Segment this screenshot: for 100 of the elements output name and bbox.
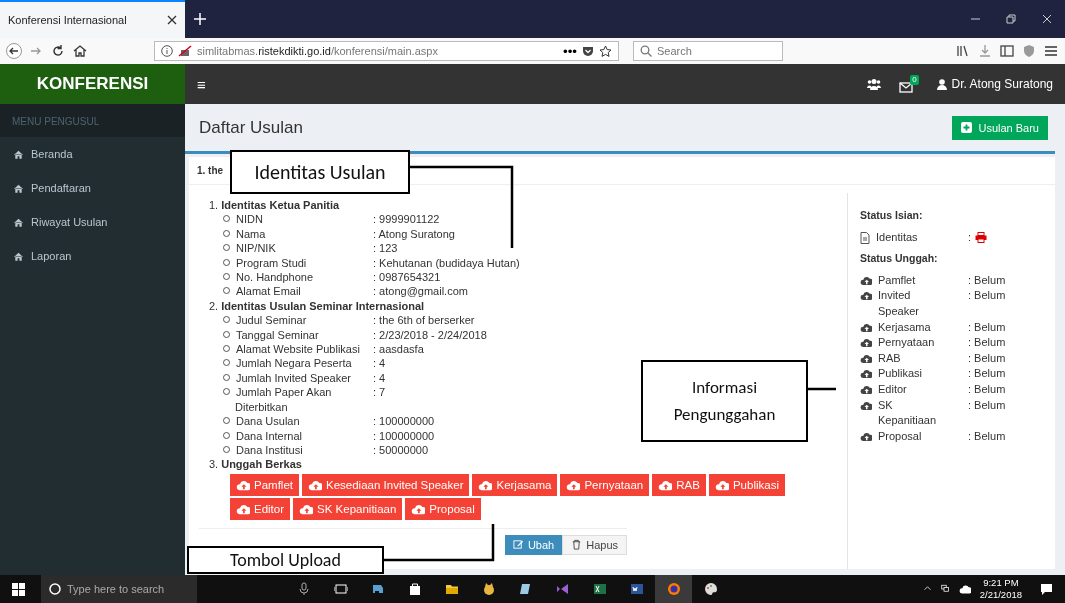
callout-box: Informasi Pengunggahan (641, 360, 808, 442)
reload-button[interactable] (50, 43, 66, 59)
status-label: Publikasi (878, 366, 923, 382)
section-number: 1. (209, 198, 219, 213)
menu-button[interactable] (1043, 43, 1059, 59)
new-proposal-button[interactable]: Usulan Baru (952, 115, 1048, 140)
library-button[interactable] (955, 43, 971, 59)
delete-button[interactable]: Hapus (562, 534, 627, 555)
upload-button[interactable]: Kerjasama (472, 473, 558, 496)
menu-section-label: MENU PENGUSUL (0, 104, 185, 137)
section-number: 2. (209, 298, 219, 314)
home-icon (13, 250, 24, 262)
callout-box: Identitas Usulan (230, 150, 410, 194)
lock-slash-icon (178, 45, 192, 57)
field-label: Dana Institusi (236, 443, 303, 456)
page-actions-button[interactable]: ••• (563, 43, 577, 59)
browser-tab[interactable]: Konferensi Internasional (0, 0, 185, 38)
message-count: 0 (910, 75, 919, 85)
field-value: : 100000000 (373, 414, 435, 429)
sidebar-toggle[interactable]: ≡ (197, 75, 206, 93)
field-label: Nama (236, 227, 266, 240)
back-button[interactable] (6, 43, 22, 59)
upload-button[interactable]: Publikasi (708, 473, 785, 496)
search-box[interactable]: Search (633, 41, 783, 61)
home-icon (72, 43, 88, 59)
page-title: Daftar Usulan (199, 117, 303, 138)
upload-button[interactable]: SK Kepanitiaan (293, 497, 403, 520)
address-bar[interactable]: simlitabmas.ristekdikti.go.id/konferensi/main.aspx ••• (154, 41, 619, 61)
shopping-bag-icon (407, 582, 422, 596)
field-label: NIP/NIK (236, 242, 276, 255)
upload-button[interactable]: Pernyataan (560, 473, 650, 496)
app-brand: KONFERENSI (0, 64, 185, 104)
home-icon (13, 148, 24, 160)
document-icon (860, 231, 870, 244)
field-value: : 2/23/2018 - 2/24/2018 (373, 327, 487, 343)
sidebar-item[interactable]: Riwayat Usulan (0, 205, 185, 239)
status-value: : Belum (968, 289, 1006, 302)
field-label: Program Studi (236, 256, 307, 269)
field-label: Alamat Email (236, 285, 301, 298)
cloud-upload-icon (860, 337, 872, 349)
cloud-upload-icon (411, 502, 426, 515)
star-icon[interactable] (599, 44, 612, 58)
status-value: : Belum (968, 273, 1006, 286)
edit-icon (512, 539, 524, 551)
close-icon (167, 15, 177, 25)
plus-icon (194, 13, 206, 25)
sidebar-item[interactable]: Laporan (0, 239, 185, 273)
field-label: Alamat Website Publikasi (236, 343, 360, 356)
home-icon (13, 182, 24, 194)
speech-bubble-icon (1040, 582, 1053, 596)
sidebar-item[interactable]: Beranda (0, 137, 185, 171)
user-menu[interactable]: Dr. Atong Suratong (936, 77, 1053, 91)
cloud-upload-icon (860, 321, 872, 333)
field-label: Dana Usulan (236, 415, 300, 428)
upload-button[interactable]: Pamflet (230, 473, 299, 496)
cloud-upload-icon (860, 352, 872, 364)
pocket-icon[interactable] (582, 45, 594, 57)
group-button[interactable] (866, 78, 881, 90)
field-value: : atong@gmail.com (373, 284, 468, 299)
cloud-upload-icon (478, 478, 493, 491)
status-label: Pernyataan (878, 335, 935, 351)
section-title: Unggah Berkas (221, 457, 302, 472)
sidebar-icon (999, 43, 1015, 59)
close-tab-button[interactable] (167, 15, 177, 25)
taskbar-search-box[interactable]: Type here to search (41, 575, 197, 603)
cloud-upload-icon (658, 478, 673, 491)
download-button[interactable] (977, 43, 993, 59)
spreadsheet-icon (592, 582, 607, 596)
field-value: : 9999901122 (373, 212, 440, 227)
palette-icon (703, 582, 718, 596)
taskbar-search-field[interactable]: Type here to search (67, 579, 189, 599)
field-label: Tanggal Seminar (236, 328, 319, 341)
status-label: RAB (878, 350, 901, 366)
field-label: Judul Seminar (236, 314, 307, 327)
status-label: Editor (878, 381, 907, 397)
extension-button[interactable] (1021, 43, 1037, 59)
edit-button[interactable]: Ubah (504, 534, 563, 555)
status-label: SK Kepanitiaan (878, 397, 938, 429)
messages-button[interactable]: 0 (898, 75, 919, 93)
reload-icon (50, 43, 66, 59)
cloud-upload-icon (714, 478, 729, 491)
upload-button[interactable]: Kesediaan Invited Speaker (302, 473, 470, 496)
sidebar-button[interactable] (999, 43, 1015, 59)
users-icon (866, 78, 881, 90)
status-heading: Status Unggah: (860, 251, 939, 267)
field-label: Jumlah Negara Peserta (236, 357, 352, 370)
shield-icon (1021, 43, 1037, 59)
upload-button[interactable]: RAB (652, 473, 706, 496)
home-button[interactable] (72, 43, 88, 59)
search-icon (640, 45, 652, 57)
envelope-icon (898, 82, 913, 93)
download-icon (977, 43, 993, 59)
circle-icon (49, 583, 61, 595)
upload-button[interactable]: Proposal (405, 497, 481, 520)
field-value: : 50000000 (373, 442, 429, 458)
field-label: No. Handphone (236, 271, 314, 284)
sidebar-item[interactable]: Pendaftaran (0, 171, 185, 205)
upload-button[interactable]: Editor (230, 497, 291, 520)
folder-icon (444, 582, 459, 596)
url-text: simlitabmas.ristekdikti.go.id/konferensi/main.aspx (197, 45, 438, 57)
